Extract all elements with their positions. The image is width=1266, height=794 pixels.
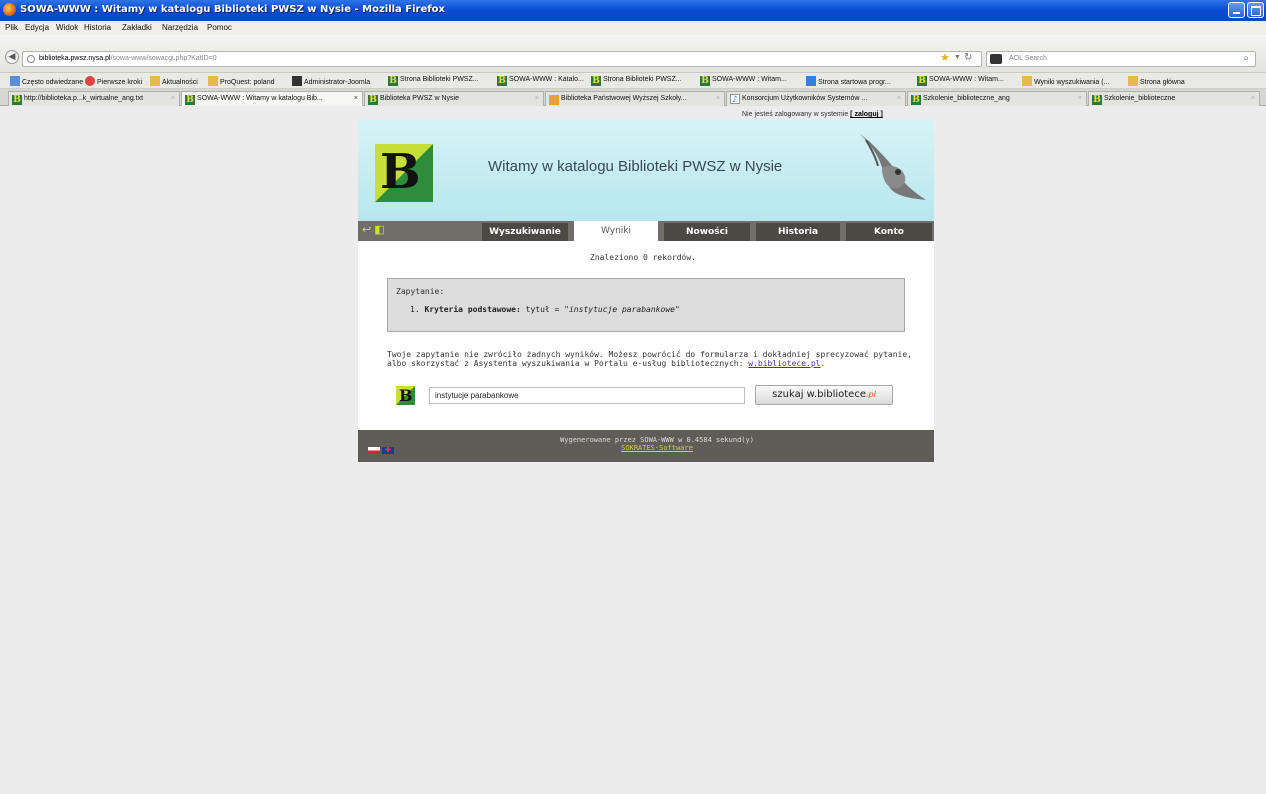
footer-generated: Wygenerowane przez SOWA-WWW w 0.4584 sek… [537, 436, 777, 452]
bookmark-item[interactable]: ProQuest: poland [208, 76, 274, 86]
site-identity-icon[interactable] [27, 55, 35, 63]
menu-edit[interactable]: Edycja [25, 23, 49, 32]
sowa-b-icon: B [1092, 95, 1102, 105]
menu-tools[interactable]: Narzędzia [162, 23, 198, 32]
login-status: Nie jesteś zalogowany w systemie [ zalog… [742, 111, 883, 118]
tab-search[interactable]: Wyszukiwanie [482, 223, 568, 241]
bookmark-star-icon[interactable]: ★ [940, 53, 950, 64]
bookmark-item[interactable]: B SOWA-WWW : Witam... [700, 76, 787, 86]
query-criteria: 1. Kryteria podstawowe: tytuł = "instytu… [410, 305, 680, 314]
login-link[interactable]: [ zaloguj ] [850, 111, 883, 118]
bookmark-item[interactable]: B SOWA-WWW : Katalo... [497, 76, 584, 86]
bookmark-item[interactable]: B SOWA-WWW : Witam... [917, 76, 1004, 86]
tab-results[interactable]: Wyniki [574, 221, 658, 241]
window-title: SOWA-WWW : Witamy w katalogu Biblioteki … [20, 4, 445, 15]
menu-help[interactable]: Pomoc [207, 23, 232, 32]
menu-history[interactable]: Historia [84, 23, 111, 32]
address-url: biblioteka.pwsz.nysa.pl/sowa-www/sowacgi… [39, 55, 217, 62]
close-tab-icon[interactable]: × [897, 92, 901, 105]
page-title: Witamy w katalogu Biblioteki PWSZ w Nysi… [488, 158, 783, 175]
browser-tab[interactable]: ♪ Konsorcjum Użytkowników Systemów ... × [726, 91, 906, 106]
sowa-b-icon: B [368, 95, 378, 105]
joomla-icon [292, 76, 302, 86]
sokrates-link[interactable]: SOKRATES-Software [537, 444, 777, 452]
menu-file[interactable]: Plik [5, 23, 18, 32]
rss-icon [1022, 76, 1032, 86]
bookmark-folder-icon [10, 76, 20, 86]
search-engine-icon[interactable] [990, 54, 1002, 64]
address-bar[interactable]: biblioteka.pwsz.nysa.pl/sowa-www/sowacgi… [22, 51, 982, 67]
bookmark-item[interactable]: B Strona Biblioteki PWSZ... [388, 76, 479, 86]
bookmark-item[interactable]: Strona główna [1128, 76, 1185, 86]
close-tab-icon[interactable]: × [171, 92, 175, 105]
bookmark-item[interactable]: Często odwiedzane [10, 76, 83, 86]
bookmark-item[interactable]: Aktualności [150, 76, 198, 86]
rss-icon [1128, 76, 1138, 86]
rss-icon [208, 76, 218, 86]
bookmark-item[interactable]: B Strona Biblioteki PWSZ... [591, 76, 682, 86]
sowa-b-icon: B [497, 76, 507, 86]
bookmark-item[interactable]: Strona startowa progr... [806, 76, 891, 86]
results-count: Znaleziono 0 rekordów. [590, 253, 696, 262]
browser-tab[interactable]: B Szkolenie_biblioteczne_ang × [907, 91, 1087, 106]
browser-tab[interactable]: Bhttp://biblioteka.p...k_wirtualne_ang.t… [8, 91, 180, 106]
tab-account[interactable]: Konto [846, 223, 932, 241]
sowa-b-icon: B [591, 76, 601, 86]
sowa-b-icon: B [700, 76, 710, 86]
owl-logo-icon [860, 134, 926, 200]
close-tab-icon[interactable]: × [1251, 92, 1255, 105]
sowa-b-icon: B [911, 95, 921, 105]
browser-tab-active[interactable]: B SOWA-WWW : Witamy w katalogu Bib... × [181, 91, 363, 107]
bookmark-item[interactable]: Administrator-Joomla [292, 76, 370, 86]
browser-tab[interactable]: B Biblioteka PWSZ w Nysie × [364, 91, 544, 106]
search-input[interactable]: instytucje parabankowe [429, 387, 745, 404]
page-icon: ♪ [730, 94, 740, 105]
bookmark-item[interactable]: Pierwsze kroki [85, 76, 142, 86]
library-logo: B [375, 144, 433, 202]
library-icon: B [549, 95, 559, 105]
wbibliotece-link[interactable]: w.bibliotece.pl [748, 359, 820, 368]
no-results-message: Twoje zapytanie nie zwróciło żadnych wyn… [387, 350, 912, 368]
minimize-button[interactable] [1228, 2, 1245, 18]
browser-tab[interactable]: B Biblioteka Państwowej Wyższej Szkoły...… [545, 91, 725, 106]
bookmark-page-icon [806, 76, 816, 86]
catalog-tool-icons[interactable]: ↩ ◧ [362, 223, 385, 236]
sowa-b-icon: B [185, 95, 195, 105]
wbibliotece-logo: B [396, 386, 415, 405]
search-icon[interactable]: ⌕ [1243, 53, 1249, 64]
window-titlebar: SOWA-WWW : Witamy w katalogu Biblioteki … [0, 0, 1266, 21]
bookmark-item[interactable]: Wyniki wyszukiwania (... [1022, 76, 1109, 86]
sowa-b-icon: B [388, 76, 398, 86]
close-tab-icon[interactable]: × [1078, 92, 1082, 105]
polish-flag-icon[interactable] [368, 447, 380, 454]
menu-bookmarks[interactable]: Zakładki [122, 23, 152, 32]
history-dropdown-icon[interactable]: ▼ [954, 54, 961, 61]
browser-tab[interactable]: B Szkolenie_biblioteczne × [1088, 91, 1260, 106]
maximize-button[interactable] [1247, 2, 1264, 18]
search-wbibliotece-button[interactable]: szukaj w.bibliotece.pl [755, 385, 893, 405]
close-tab-icon[interactable]: × [354, 92, 358, 105]
firefox-icon [3, 3, 16, 16]
query-label: Zapytanie: [396, 287, 445, 296]
close-tab-icon[interactable]: × [716, 92, 720, 105]
close-tab-icon[interactable]: × [535, 92, 539, 105]
tab-news[interactable]: Nowości [664, 223, 750, 241]
bookmark-page-icon [85, 76, 95, 86]
tab-history[interactable]: Historia [756, 223, 840, 241]
rss-icon [150, 76, 160, 86]
sowa-b-icon: B [12, 95, 22, 105]
back-button[interactable]: ◀ [5, 50, 19, 64]
menu-bar: Plik Edycja Widok Historia Zakładki Narz… [0, 21, 1266, 35]
search-placeholder: AOL Search [1009, 55, 1047, 62]
sowa-b-icon: B [917, 76, 927, 86]
uk-flag-icon[interactable]: ✚ [382, 447, 394, 454]
reload-icon[interactable]: ↻ [964, 52, 972, 63]
search-box[interactable]: AOL Search ⌕ [986, 51, 1256, 67]
menu-view[interactable]: Widok [56, 23, 78, 32]
